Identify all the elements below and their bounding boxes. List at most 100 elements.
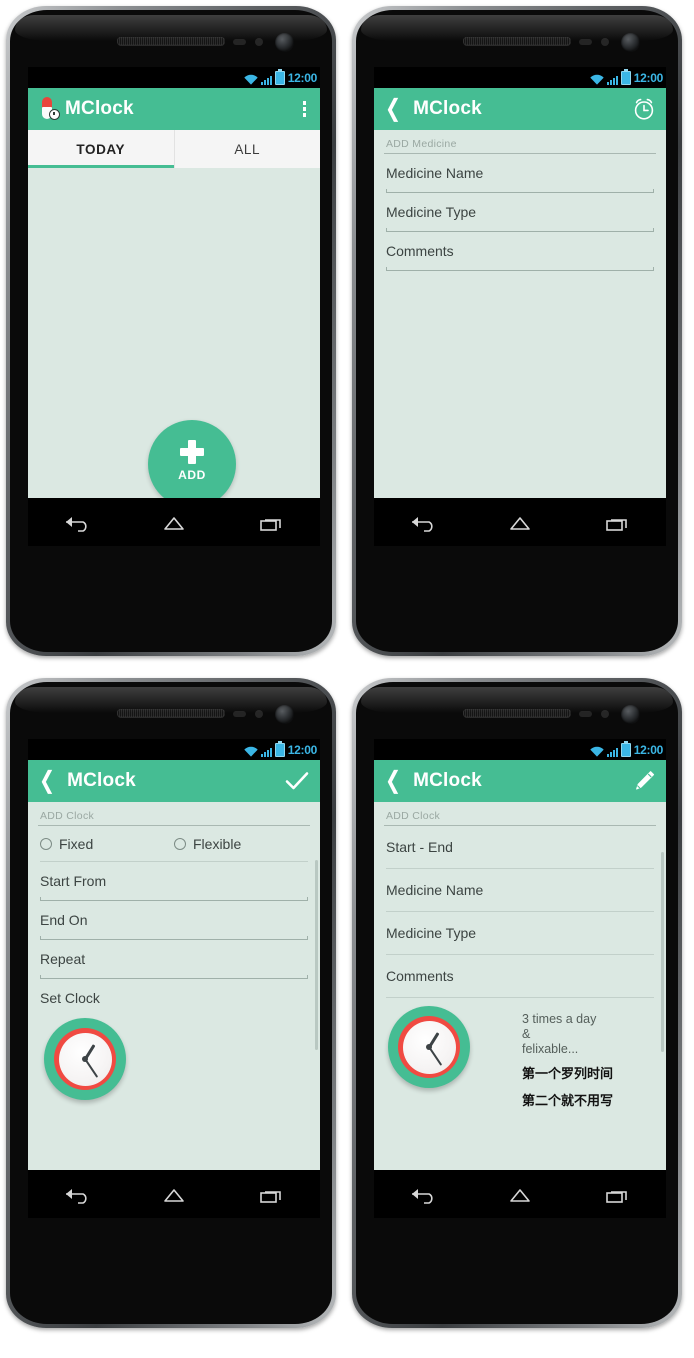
- clock-ring: [398, 1016, 460, 1078]
- home-button[interactable]: [154, 509, 194, 535]
- tab-all[interactable]: ALL: [175, 130, 321, 168]
- tab-all-label: ALL: [234, 141, 261, 157]
- status-icons: [590, 68, 631, 85]
- comments-label: Comments: [386, 243, 454, 259]
- clock-widget[interactable]: [44, 1018, 126, 1100]
- status-icons: [590, 740, 631, 757]
- radio-fixed[interactable]: Fixed: [40, 836, 174, 852]
- field-underline: [40, 897, 308, 901]
- signal-icon: [260, 74, 272, 85]
- clock-widget[interactable]: [388, 1006, 470, 1088]
- home-button[interactable]: [500, 509, 540, 535]
- recents-button[interactable]: [597, 1181, 637, 1207]
- add-fab-button[interactable]: ADD: [148, 420, 236, 498]
- annotation-line-2: &: [522, 1026, 531, 1041]
- repeat-field[interactable]: Repeat: [28, 940, 320, 979]
- phone-2-screen: ❮ MClock ADD Medicine Medicine Name Medi…: [374, 88, 666, 498]
- status-bar: 12:00: [28, 739, 320, 760]
- field-underline: [386, 189, 654, 193]
- medicine-type-row[interactable]: Medicine Type: [374, 912, 666, 954]
- start-from-label: Start From: [40, 873, 107, 889]
- phone-3-screen: ❮ MClock ADD Clock Fixed Flexible Start …: [28, 760, 320, 1170]
- set-clock-section: Set Clock: [28, 979, 320, 1016]
- app-title: MClock: [413, 770, 482, 791]
- phone-mockup-4: 12:00 ❮ MClock ADD Clock Start - End Med…: [352, 678, 682, 1328]
- radio-circle-icon: [40, 838, 52, 850]
- field-underline: [40, 975, 308, 979]
- status-icons: [244, 740, 285, 757]
- tab-bar: TODAY ALL: [28, 130, 320, 168]
- overflow-menu-icon[interactable]: [298, 97, 312, 121]
- medicine-name-label: Medicine Name: [386, 165, 484, 181]
- medicine-name-field[interactable]: Medicine Name: [374, 154, 666, 193]
- home-button[interactable]: [154, 1181, 194, 1207]
- app-title: MClock: [67, 770, 136, 791]
- battery-icon: [620, 740, 631, 757]
- back-chevron-icon[interactable]: ❮: [385, 769, 401, 793]
- clock-ring: [54, 1028, 116, 1090]
- add-clock-form: ADD Clock Fixed Flexible Start From End …: [28, 802, 320, 1170]
- radio-flexible[interactable]: Flexible: [174, 836, 308, 852]
- front-camera-icon: [275, 33, 294, 52]
- battery-icon: [620, 68, 631, 85]
- phone-mockup-3: 12:00 ❮ MClock ADD Clock Fixed Flexible …: [6, 678, 336, 1328]
- home-button[interactable]: [500, 1181, 540, 1207]
- comments-row[interactable]: Comments: [374, 955, 666, 997]
- phone-bezel: 12:00 MClock TODAY ALL ADD: [10, 10, 332, 652]
- recents-button[interactable]: [597, 509, 637, 535]
- back-chevron-icon[interactable]: ❮: [39, 769, 55, 793]
- android-nav-bar: [28, 498, 320, 546]
- start-from-field[interactable]: Start From: [28, 862, 320, 901]
- back-button[interactable]: [403, 509, 443, 535]
- status-icons: [244, 68, 285, 85]
- section-title: ADD Clock: [386, 810, 441, 822]
- vertical-scrollbar[interactable]: [315, 860, 318, 1050]
- earpiece-speaker: [463, 37, 571, 45]
- status-bar: 12:00: [374, 67, 666, 88]
- annotation-block: 3 times a day & felixable... 第一个罗列时间 第二个…: [522, 1012, 644, 1110]
- vertical-scrollbar[interactable]: [661, 852, 664, 1052]
- recents-button[interactable]: [251, 509, 291, 535]
- app-bar: ❮ MClock: [28, 760, 320, 802]
- repeat-label: Repeat: [40, 951, 86, 967]
- wifi-icon: [590, 746, 604, 757]
- end-on-label: End On: [40, 912, 88, 928]
- alarm-clock-icon[interactable]: [631, 96, 657, 122]
- wifi-icon: [244, 74, 258, 85]
- proximity-sensor-icon: [579, 711, 592, 717]
- phone-bezel: 12:00 ❮ MClock ADD Medicine Medicine Nam…: [356, 10, 678, 652]
- proximity-sensor-icon: [579, 39, 592, 45]
- medicine-type-field[interactable]: Medicine Type: [374, 193, 666, 232]
- light-sensor-icon: [601, 710, 609, 718]
- recents-button[interactable]: [251, 1181, 291, 1207]
- radio-circle-icon: [174, 838, 186, 850]
- pencil-edit-icon[interactable]: [631, 768, 657, 794]
- proximity-sensor-icon: [233, 39, 246, 45]
- back-button[interactable]: [403, 1181, 443, 1207]
- start-end-row[interactable]: Start - End: [374, 826, 666, 868]
- end-on-field[interactable]: End On: [28, 901, 320, 940]
- clock-detail-content: ADD Clock Start - End Medicine Name Medi…: [374, 802, 666, 1170]
- tab-today[interactable]: TODAY: [28, 130, 175, 168]
- clock-and-annotation: 3 times a day & felixable... 第一个罗列时间 第二个…: [374, 998, 666, 1109]
- today-list-content: ADD: [28, 168, 320, 498]
- medicine-name-row[interactable]: Medicine Name: [374, 869, 666, 911]
- back-chevron-icon[interactable]: ❮: [385, 97, 401, 121]
- status-clock: 12:00: [633, 742, 664, 757]
- app-bar: ❮ MClock: [374, 760, 666, 802]
- battery-icon: [274, 68, 285, 85]
- back-button[interactable]: [57, 1181, 97, 1207]
- status-clock: 12:00: [287, 742, 318, 757]
- earpiece-speaker: [117, 709, 225, 717]
- clock-face: [58, 1032, 112, 1086]
- app-bar: MClock: [28, 88, 320, 130]
- status-clock: 12:00: [633, 70, 664, 85]
- front-camera-icon: [621, 705, 640, 724]
- front-camera-icon: [275, 705, 294, 724]
- comments-field[interactable]: Comments: [374, 232, 666, 271]
- checkmark-icon[interactable]: [283, 768, 311, 794]
- phone-bezel: 12:00 ❮ MClock ADD Clock Fixed Flexible …: [10, 682, 332, 1324]
- back-button[interactable]: [57, 509, 97, 535]
- tab-today-label: TODAY: [76, 141, 126, 157]
- clock-widget-wrap: [28, 1016, 320, 1100]
